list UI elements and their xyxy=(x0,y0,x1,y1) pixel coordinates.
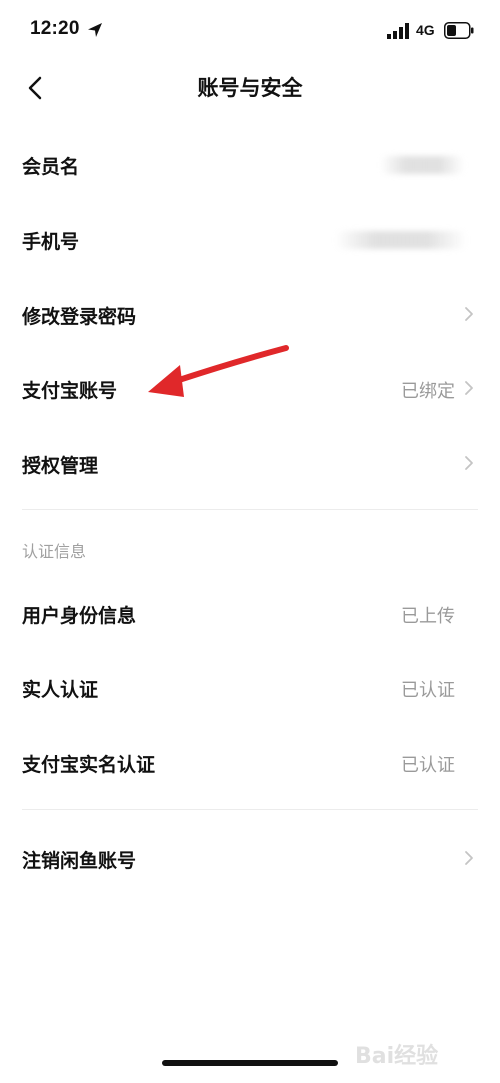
row-real-person-verification[interactable]: 实人认证 已认证 xyxy=(0,657,500,717)
chevron-right-icon xyxy=(465,381,473,395)
row-alipay-real-name[interactable]: 支付宝实名认证 已认证 xyxy=(0,732,500,792)
row-label: 修改登录密码 xyxy=(22,306,137,328)
chevron-right-icon xyxy=(465,307,473,321)
row-member-name[interactable]: 会员名 xyxy=(0,134,500,194)
watermark-logo: Bai经验 xyxy=(355,1030,485,1070)
row-label: 实人认证 xyxy=(22,679,99,701)
row-label: 用户身份信息 xyxy=(22,605,137,627)
row-value: 已绑定 xyxy=(401,381,455,402)
obscured-value xyxy=(335,231,467,249)
divider xyxy=(22,809,478,810)
chevron-left-icon xyxy=(28,76,42,100)
status-bar: 12:20 4G xyxy=(0,0,500,62)
location-arrow-icon xyxy=(88,23,102,37)
page-title: 账号与安全 xyxy=(197,76,303,100)
row-label: 支付宝实名认证 xyxy=(22,754,156,776)
section-header: 认证信息 xyxy=(22,542,87,561)
annotation-arrow xyxy=(148,345,289,397)
row-phone-number[interactable]: 手机号 xyxy=(0,209,500,269)
home-indicator[interactable] xyxy=(162,1060,338,1066)
row-value: 已上传 xyxy=(401,606,455,627)
status-time: 12:20 xyxy=(30,18,80,39)
network-label: 4G xyxy=(416,22,435,38)
obscured-value xyxy=(380,156,465,174)
chevron-right-icon xyxy=(465,456,473,470)
row-value: 已认证 xyxy=(401,755,455,776)
chevron-right-icon xyxy=(465,851,473,865)
row-label: 手机号 xyxy=(22,231,80,253)
row-label: 会员名 xyxy=(22,156,80,178)
battery-icon xyxy=(444,22,474,39)
row-authorization-management[interactable]: 授权管理 xyxy=(0,433,500,493)
row-label: 注销闲鱼账号 xyxy=(22,850,137,872)
row-value: 已认证 xyxy=(401,680,455,701)
signal-icon xyxy=(387,23,409,39)
watermark-text: Bai经验 xyxy=(355,1044,439,1069)
row-identity-info[interactable]: 用户身份信息 已上传 xyxy=(0,583,500,643)
row-label: 授权管理 xyxy=(22,455,99,477)
nav-bar: 账号与安全 xyxy=(0,62,500,114)
back-button[interactable] xyxy=(20,70,56,106)
row-label: 支付宝账号 xyxy=(22,380,118,402)
divider xyxy=(22,509,478,510)
row-cancel-account[interactable]: 注销闲鱼账号 xyxy=(0,828,500,888)
